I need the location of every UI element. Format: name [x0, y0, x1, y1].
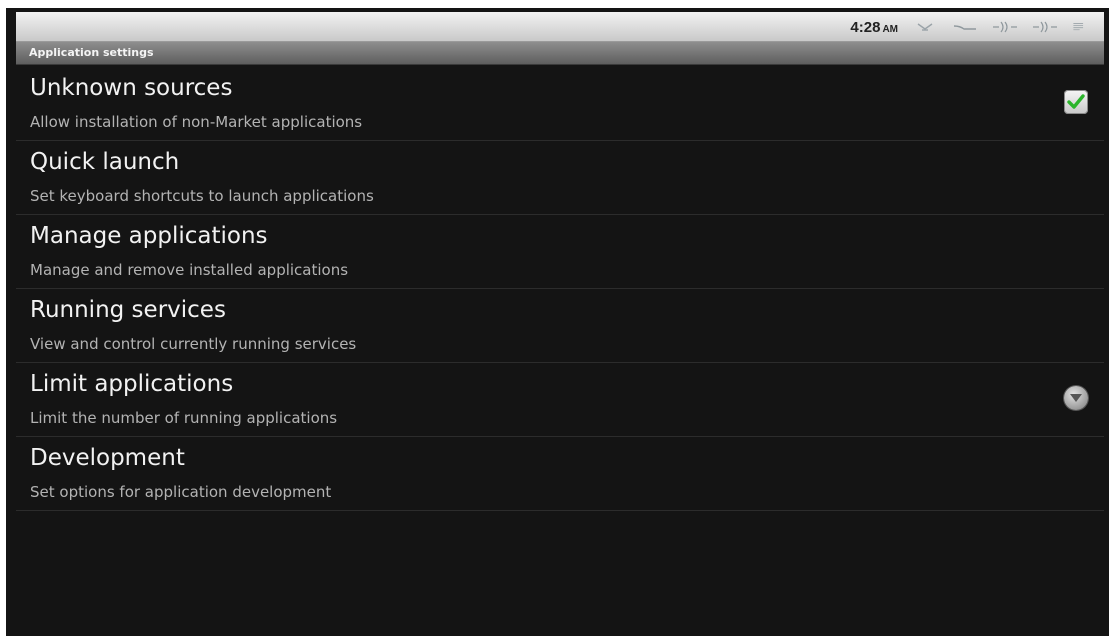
checkmark-icon: [1067, 94, 1085, 109]
setting-unknown-sources[interactable]: Unknown sources Allow installation of no…: [16, 67, 1104, 141]
setting-summary: Manage and remove installed applications: [30, 261, 349, 279]
clock-time: 4:28: [850, 18, 881, 36]
chevron-down-icon: [1070, 394, 1082, 402]
clock: 4:28 AM: [850, 19, 898, 36]
setting-summary: View and control currently running servi…: [30, 335, 357, 353]
setting-quick-launch[interactable]: Quick launch Set keyboard shortcuts to l…: [16, 141, 1104, 215]
setting-summary: Allow installation of non-Market applica…: [30, 113, 363, 131]
wifi-icon: [993, 21, 1017, 33]
unknown-sources-checkbox[interactable]: [1064, 90, 1088, 114]
setting-summary: Set options for application development: [30, 483, 332, 501]
notification-icon[interactable]: [1072, 20, 1090, 34]
title-bar: Application settings: [16, 42, 1104, 65]
page-title: Application settings: [29, 46, 154, 59]
setting-running-services[interactable]: Running services View and control curren…: [16, 289, 1104, 363]
status-icons: 4:28 AM: [850, 12, 1090, 42]
setting-summary: Set keyboard shortcuts to launch applica…: [30, 187, 374, 205]
setting-development[interactable]: Development Set options for application …: [16, 437, 1104, 511]
setting-title: Running services: [30, 297, 226, 323]
setting-title: Manage applications: [30, 223, 268, 249]
setting-manage-applications[interactable]: Manage applications Manage and remove in…: [16, 215, 1104, 289]
clock-ampm: AM: [882, 23, 898, 35]
wifi-icon: [1033, 21, 1057, 33]
usb-icon: [917, 23, 933, 31]
setting-title: Development: [30, 445, 185, 471]
limit-applications-dropdown[interactable]: [1064, 386, 1088, 410]
setting-title: Limit applications: [30, 371, 234, 397]
signal-icon: [953, 25, 976, 30]
setting-limit-applications[interactable]: Limit applications Limit the number of r…: [16, 363, 1104, 437]
status-bar: 4:28 AM: [16, 12, 1104, 42]
setting-title: Quick launch: [30, 149, 180, 175]
settings-list: Unknown sources Allow installation of no…: [16, 67, 1104, 511]
setting-summary: Limit the number of running applications: [30, 409, 338, 427]
setting-title: Unknown sources: [30, 75, 233, 101]
